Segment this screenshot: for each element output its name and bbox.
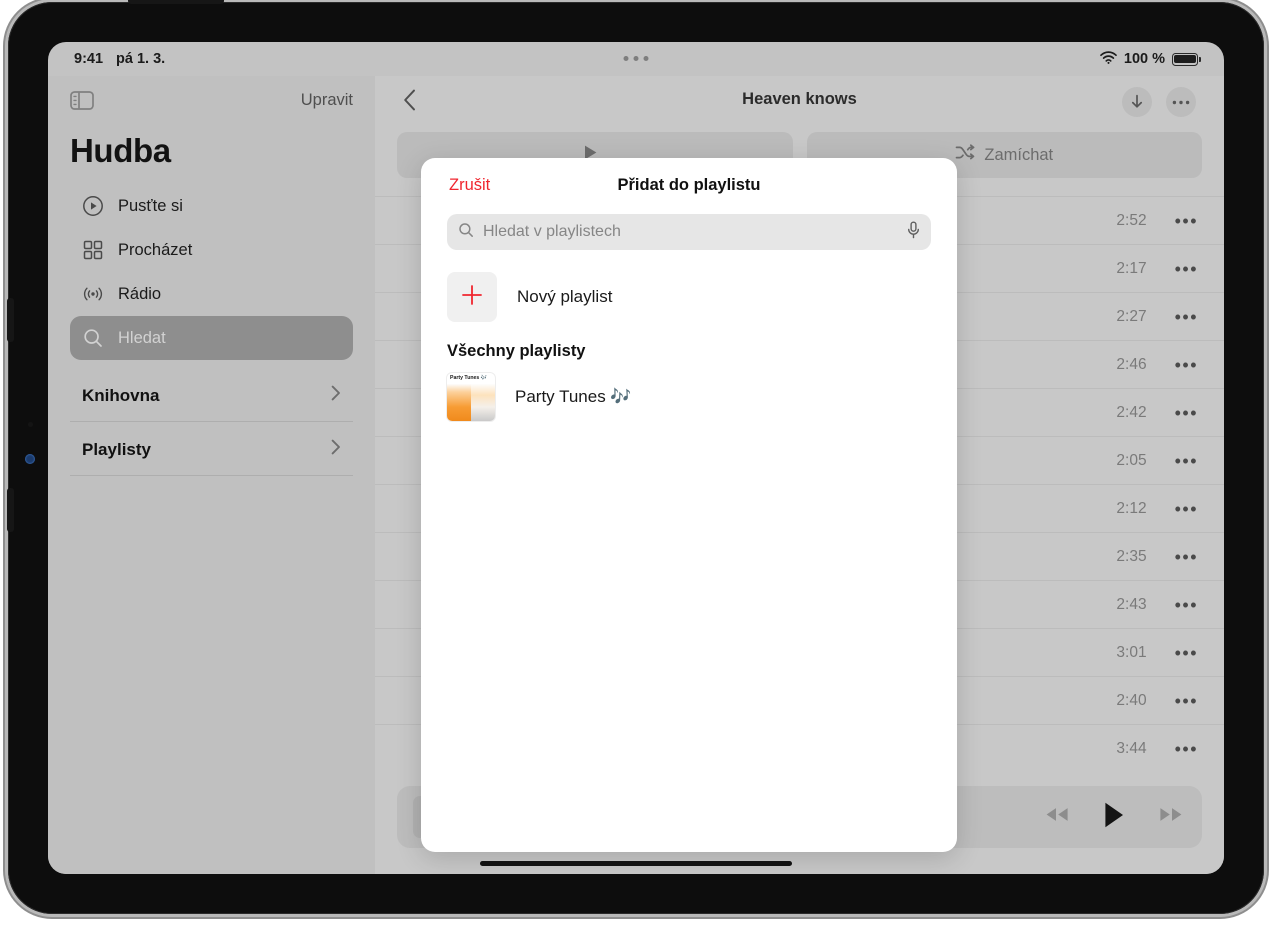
sidebar-section-library[interactable]: Knihovna [70, 370, 353, 422]
grid-icon [82, 239, 104, 261]
volume-down-button[interactable] [7, 488, 14, 532]
sidebar-item-label: Rádio [118, 284, 162, 303]
main-nav-bar: Heaven knows [375, 76, 1224, 128]
new-playlist-label: Nový playlist [517, 287, 613, 306]
track-duration: 2:40 [1116, 691, 1147, 709]
multitasking-grabber[interactable] [623, 56, 649, 61]
playlist-artwork: Party Tunes 🎶 [447, 373, 495, 421]
sidebar-item-label: Hledat [118, 328, 166, 347]
ipad-device-frame: 9:41 pá 1. 3. 100 % Upravit Hudba Pusťte… [7, 0, 1264, 914]
front-camera [25, 454, 35, 464]
battery-fill [1174, 54, 1196, 64]
playback-controls [1042, 801, 1186, 834]
chevron-right-icon [331, 439, 341, 460]
track-duration: 2:52 [1116, 211, 1147, 229]
modal-header: Zrušit Přidat do playlistu [421, 158, 957, 212]
microphone-icon[interactable] [907, 221, 920, 244]
track-more-icon[interactable]: ••• [1175, 740, 1198, 758]
fast-forward-icon[interactable] [1156, 805, 1186, 829]
track-more-icon[interactable]: ••• [1175, 308, 1198, 326]
sidebar-top-bar: Upravit [70, 76, 353, 124]
battery-full-icon [1172, 52, 1201, 66]
status-time: 9:41 [74, 51, 104, 67]
track-duration: 2:46 [1116, 355, 1147, 373]
status-bar-left: 9:41 pá 1. 3. [74, 51, 165, 67]
track-duration: 2:05 [1116, 451, 1147, 469]
sidebar-toggle-icon[interactable] [70, 90, 94, 110]
search-placeholder: Hledat v playlistech [483, 223, 621, 240]
plus-icon [460, 283, 484, 312]
modal-title: Přidat do playlistu [617, 175, 761, 194]
sidebar: Upravit Hudba Pusťte si Procházet Rádio … [48, 76, 375, 874]
track-duration: 2:42 [1116, 403, 1147, 421]
track-duration: 2:27 [1116, 307, 1147, 325]
sidebar-item-radio[interactable]: Rádio [70, 272, 353, 316]
sidebar-section-label: Knihovna [82, 385, 160, 405]
rewind-icon[interactable] [1042, 805, 1072, 829]
sidebar-item-search[interactable]: Hledat [70, 316, 353, 360]
track-duration: 2:12 [1116, 499, 1147, 517]
grabber-dot [623, 56, 629, 61]
shuffle-button-label: Zamíchat [984, 145, 1054, 164]
playlist-name: Party Tunes 🎶 [515, 387, 632, 406]
track-more-icon[interactable]: ••• [1175, 644, 1198, 662]
chevron-right-icon [331, 385, 341, 406]
play-circle-icon [82, 195, 104, 217]
sidebar-item-label: Procházet [118, 240, 193, 259]
search-input[interactable]: Hledat v playlistech [447, 214, 931, 250]
wifi-icon [1100, 50, 1117, 68]
main-title: Heaven knows [742, 90, 857, 108]
track-duration: 3:01 [1116, 643, 1147, 661]
radio-waves-icon [82, 283, 104, 305]
track-duration: 3:44 [1116, 739, 1147, 757]
grabber-dot [643, 56, 649, 61]
sidebar-section-playlists[interactable]: Playlisty [70, 424, 353, 476]
battery-percent-label: 100 % [1123, 51, 1165, 67]
ipad-screen: 9:41 pá 1. 3. 100 % Upravit Hudba Pusťte… [48, 42, 1224, 874]
artwork-gradient-left [447, 384, 471, 421]
all-playlists-header: Všechny playlisty [447, 342, 586, 360]
search-icon [82, 327, 104, 349]
grabber-dot [633, 56, 639, 61]
shuffle-icon [955, 144, 975, 166]
track-more-icon[interactable]: ••• [1175, 356, 1198, 374]
track-duration: 2:43 [1116, 595, 1147, 613]
home-indicator[interactable] [480, 861, 792, 866]
track-duration: 2:17 [1116, 259, 1147, 277]
track-more-icon[interactable]: ••• [1175, 692, 1198, 710]
track-more-icon[interactable]: ••• [1175, 452, 1198, 470]
status-date: pá 1. 3. [116, 51, 166, 67]
sidebar-item-browse[interactable]: Procházet [70, 228, 353, 272]
artwork-title: Party Tunes 🎶 [450, 375, 488, 381]
track-more-icon[interactable]: ••• [1175, 260, 1198, 278]
artwork-gradient-right [471, 384, 495, 421]
new-playlist-row[interactable]: Nový playlist [421, 250, 957, 332]
sidebar-edit-button[interactable]: Upravit [301, 91, 353, 110]
sidebar-item-listen-now[interactable]: Pusťte si [70, 184, 353, 228]
sidebar-section-label: Playlisty [82, 439, 151, 459]
track-more-icon[interactable]: ••• [1175, 500, 1198, 518]
track-more-icon[interactable]: ••• [1175, 404, 1198, 422]
sidebar-item-label: Pusťte si [118, 196, 183, 215]
new-playlist-thumb [447, 272, 497, 322]
track-more-icon[interactable]: ••• [1175, 596, 1198, 614]
play-icon[interactable] [1102, 801, 1126, 834]
search-icon [458, 222, 474, 243]
status-bar-right: 100 % [1100, 50, 1201, 68]
add-to-playlist-modal: Zrušit Přidat do playlistu Hledat v play… [421, 158, 957, 852]
page-title: Hudba [70, 132, 171, 169]
proximity-sensor [28, 422, 33, 427]
power-button[interactable] [128, 0, 224, 4]
track-duration: 2:35 [1116, 547, 1147, 565]
track-more-icon[interactable]: ••• [1175, 548, 1198, 566]
list-item[interactable]: Party Tunes 🎶 Party Tunes 🎶 [421, 367, 957, 427]
track-more-icon[interactable]: ••• [1175, 212, 1198, 230]
volume-up-button[interactable] [7, 298, 14, 342]
